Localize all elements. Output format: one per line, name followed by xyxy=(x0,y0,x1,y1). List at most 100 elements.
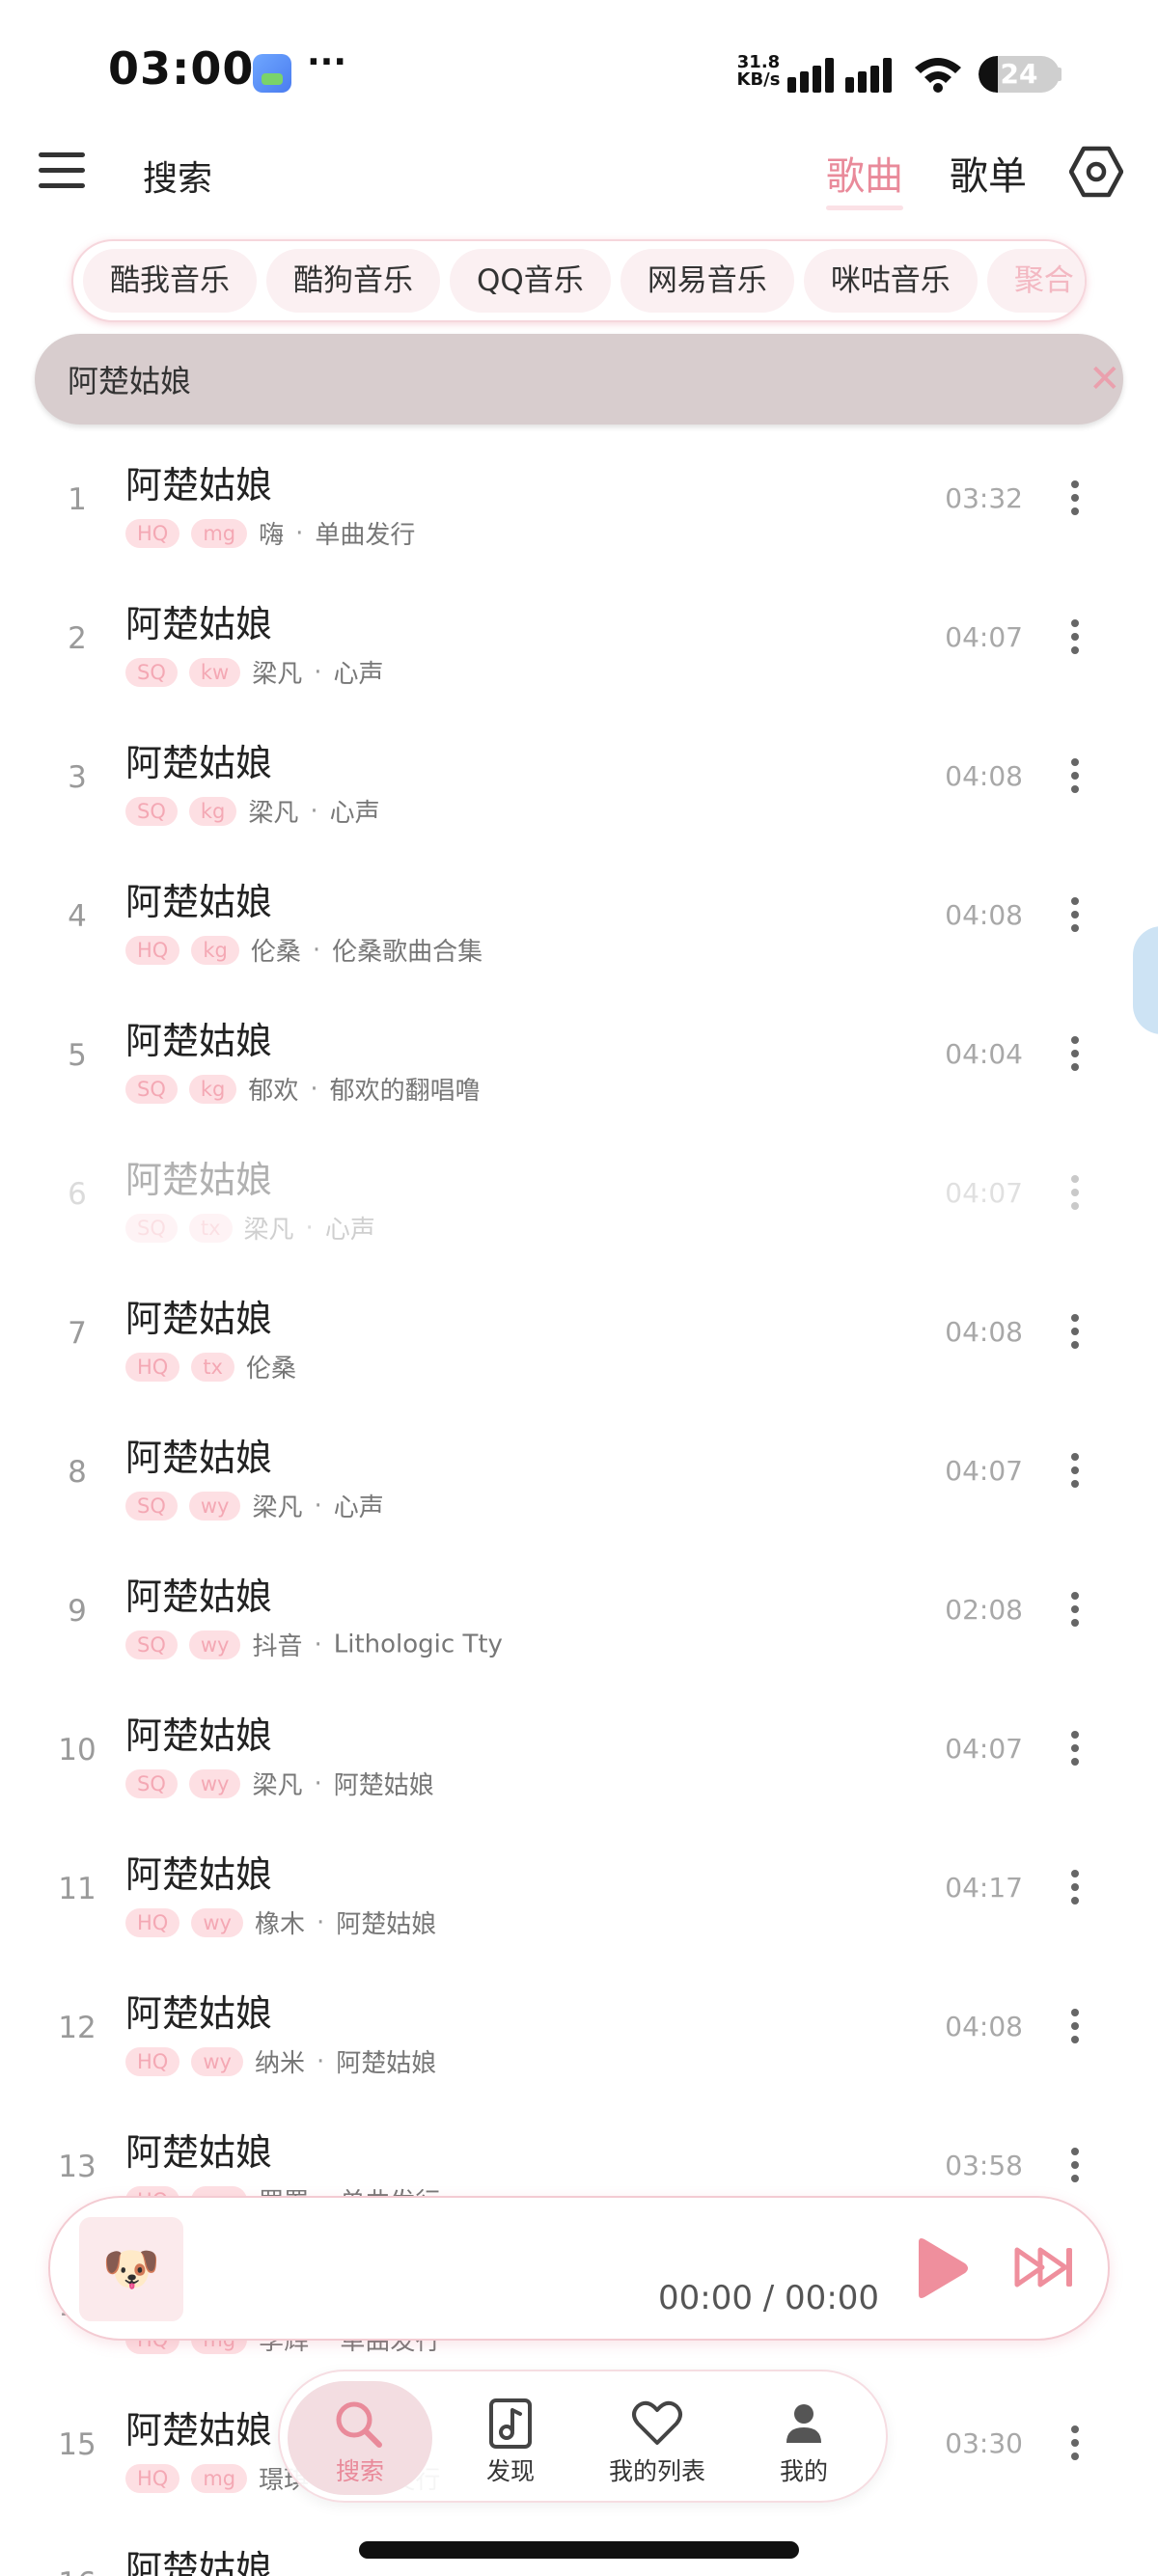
settings-hexagon-icon[interactable] xyxy=(1069,145,1123,199)
song-index: 12 xyxy=(58,2011,96,2045)
source-chip-netease[interactable]: 网易音乐 xyxy=(620,249,794,313)
song-album: 心声 xyxy=(329,799,380,828)
song-index: 1 xyxy=(68,482,87,517)
song-duration: 04:04 xyxy=(945,1038,1023,1070)
quality-badge: HQ xyxy=(125,935,180,965)
network-speed: 31.8 KB/s xyxy=(735,54,782,89)
mini-player[interactable]: 🐶 00:00 / 00:00 xyxy=(48,2196,1110,2341)
bottom-navigation: 搜索 发现 我的列表 我的 xyxy=(278,2370,888,2503)
song-row[interactable]: 1 阿楚姑娘 HQ mg 嗨 · 单曲发行 03:32 xyxy=(0,434,1158,573)
search-input[interactable] xyxy=(68,355,1033,403)
skip-next-icon[interactable] xyxy=(1013,2244,1075,2290)
quality-badge: SQ xyxy=(125,796,178,826)
source-chip-kuwo[interactable]: 酷我音乐 xyxy=(83,249,257,313)
song-index: 4 xyxy=(68,899,87,934)
song-artist: 嗨 xyxy=(259,521,285,550)
meta-separator: · xyxy=(310,1074,318,1104)
nav-profile[interactable]: 我的 xyxy=(731,2381,876,2495)
nav-label-my-lists: 我的列表 xyxy=(608,2457,705,2485)
search-icon xyxy=(336,2401,382,2448)
meta-separator: · xyxy=(316,1907,325,1937)
song-row[interactable]: 10 阿楚姑娘 SQ wy 梁凡 · 阿楚姑娘 04:07 xyxy=(0,1685,1158,1823)
more-vertical-icon[interactable] xyxy=(1062,1731,1089,1777)
song-artist: 梁凡 xyxy=(248,799,299,828)
source-chip-aggregate[interactable]: 聚合 xyxy=(986,249,1085,313)
tab-playlists[interactable]: 歌单 xyxy=(950,145,1027,201)
song-title: 阿楚姑娘 xyxy=(125,1437,273,1479)
song-album: 阿楚姑娘 xyxy=(336,2049,437,2078)
song-duration: 03:58 xyxy=(945,2150,1023,2181)
song-meta: SQ kg 郁欢 · 郁欢的翻唱噜 xyxy=(125,1071,481,1106)
person-icon xyxy=(786,2404,821,2443)
more-vertical-icon[interactable] xyxy=(1062,1870,1089,1916)
song-album: 心声 xyxy=(333,660,384,689)
song-index: 2 xyxy=(68,621,87,656)
nav-my-lists[interactable]: 我的列表 xyxy=(585,2381,730,2495)
song-index: 7 xyxy=(68,1316,87,1351)
song-duration: 03:32 xyxy=(945,482,1023,514)
more-vertical-icon[interactable] xyxy=(1062,480,1089,527)
song-row[interactable]: 8 阿楚姑娘 SQ wy 梁凡 · 心声 04:07 xyxy=(0,1407,1158,1546)
quality-badge: SQ xyxy=(125,1491,178,1521)
source-badge: kw xyxy=(188,657,241,687)
more-vertical-icon[interactable] xyxy=(1062,1036,1089,1082)
source-chip-kugou[interactable]: 酷狗音乐 xyxy=(266,249,440,313)
song-index: 16 xyxy=(39,2566,116,2576)
song-row[interactable]: 11 阿楚姑娘 HQ wy 橡木 · 阿楚姑娘 04:17 xyxy=(0,1823,1158,1962)
more-notifications-icon: ··· xyxy=(307,42,347,82)
meta-separator: · xyxy=(310,796,318,826)
more-vertical-icon[interactable] xyxy=(1062,1175,1089,1221)
quality-badge: SQ xyxy=(125,1630,178,1659)
source-chip-migu[interactable]: 咪咕音乐 xyxy=(803,249,978,313)
song-duration: 04:17 xyxy=(945,1872,1023,1904)
source-badge: tx xyxy=(191,1352,234,1382)
song-row[interactable]: 7 阿楚姑娘 HQtx伦桑· 04:08 xyxy=(0,1268,1158,1407)
more-vertical-icon[interactable] xyxy=(1062,1453,1089,1499)
song-index: 6 xyxy=(68,1177,87,1212)
nav-search[interactable]: 搜索 xyxy=(288,2381,432,2495)
song-meta: SQ wy 梁凡 · 阿楚姑娘 xyxy=(125,1766,434,1800)
clear-icon[interactable]: ✕ xyxy=(1089,355,1121,403)
song-duration: 04:07 xyxy=(945,1733,1023,1765)
tab-songs[interactable]: 歌曲 xyxy=(826,145,903,210)
song-duration: 04:08 xyxy=(945,2011,1023,2042)
menu-icon[interactable] xyxy=(39,152,85,189)
floating-side-handle[interactable] xyxy=(1133,926,1158,1034)
more-vertical-icon[interactable] xyxy=(1062,1592,1089,1638)
more-vertical-icon[interactable] xyxy=(1062,2148,1089,2194)
more-vertical-icon[interactable] xyxy=(1062,2009,1089,2055)
more-vertical-icon[interactable] xyxy=(1062,1314,1089,1360)
app-notification-icon xyxy=(253,54,291,93)
source-chip-qq[interactable]: QQ音乐 xyxy=(450,249,611,313)
song-title: 阿楚姑娘 xyxy=(125,1159,273,1201)
more-vertical-icon[interactable] xyxy=(1062,897,1089,944)
song-row[interactable]: 3 阿楚姑娘 SQ kg 梁凡 · 心声 04:08 xyxy=(0,712,1158,851)
battery-level: 24 xyxy=(1000,58,1038,90)
song-row[interactable]: 5 阿楚姑娘 SQ kg 郁欢 · 郁欢的翻唱噜 04:04 xyxy=(0,990,1158,1129)
song-row[interactable]: 9 阿楚姑娘 SQ wy 抖音 · Lithologic Tty 02:08 xyxy=(0,1546,1158,1685)
source-badge: kg xyxy=(191,935,239,965)
nav-discover[interactable]: 发现 xyxy=(438,2381,583,2495)
song-index: 9 xyxy=(68,1594,87,1629)
source-badge: wy xyxy=(188,1768,241,1798)
home-indicator xyxy=(359,2541,799,2559)
song-meta: HQ kg 伦桑 · 伦桑歌曲合集 xyxy=(125,932,482,967)
song-row[interactable]: 4 阿楚姑娘 HQ kg 伦桑 · 伦桑歌曲合集 04:08 xyxy=(0,851,1158,990)
song-row[interactable]: 2 阿楚姑娘 SQ kw 梁凡 · 心声 04:07 xyxy=(0,573,1158,712)
play-icon[interactable] xyxy=(911,2236,969,2300)
quality-badge: SQ xyxy=(125,1074,178,1104)
album-art-dog-icon[interactable]: 🐶 xyxy=(79,2217,183,2321)
quality-badge: HQ xyxy=(125,1352,180,1382)
more-vertical-icon[interactable] xyxy=(1062,619,1089,666)
song-row[interactable]: 6 阿楚姑娘 SQ tx 梁凡 · 心声 04:07 xyxy=(0,1129,1158,1268)
playback-time: 00:00 / 00:00 xyxy=(658,2279,880,2317)
quality-badge: SQ xyxy=(125,657,178,687)
more-vertical-icon[interactable] xyxy=(1062,2425,1089,2472)
music-note-icon xyxy=(489,2398,532,2449)
more-vertical-icon[interactable] xyxy=(1062,758,1089,805)
song-row[interactable]: 12 阿楚姑娘 HQ wy 纳米 · 阿楚姑娘 04:08 xyxy=(0,1962,1158,2101)
song-index: 3 xyxy=(68,760,87,795)
song-duration: 04:07 xyxy=(945,1455,1023,1487)
source-selector: 酷我音乐 酷狗音乐 QQ音乐 网易音乐 咪咕音乐 聚合 xyxy=(71,239,1087,322)
song-meta: SQ kw 梁凡 · 心声 xyxy=(125,654,384,689)
